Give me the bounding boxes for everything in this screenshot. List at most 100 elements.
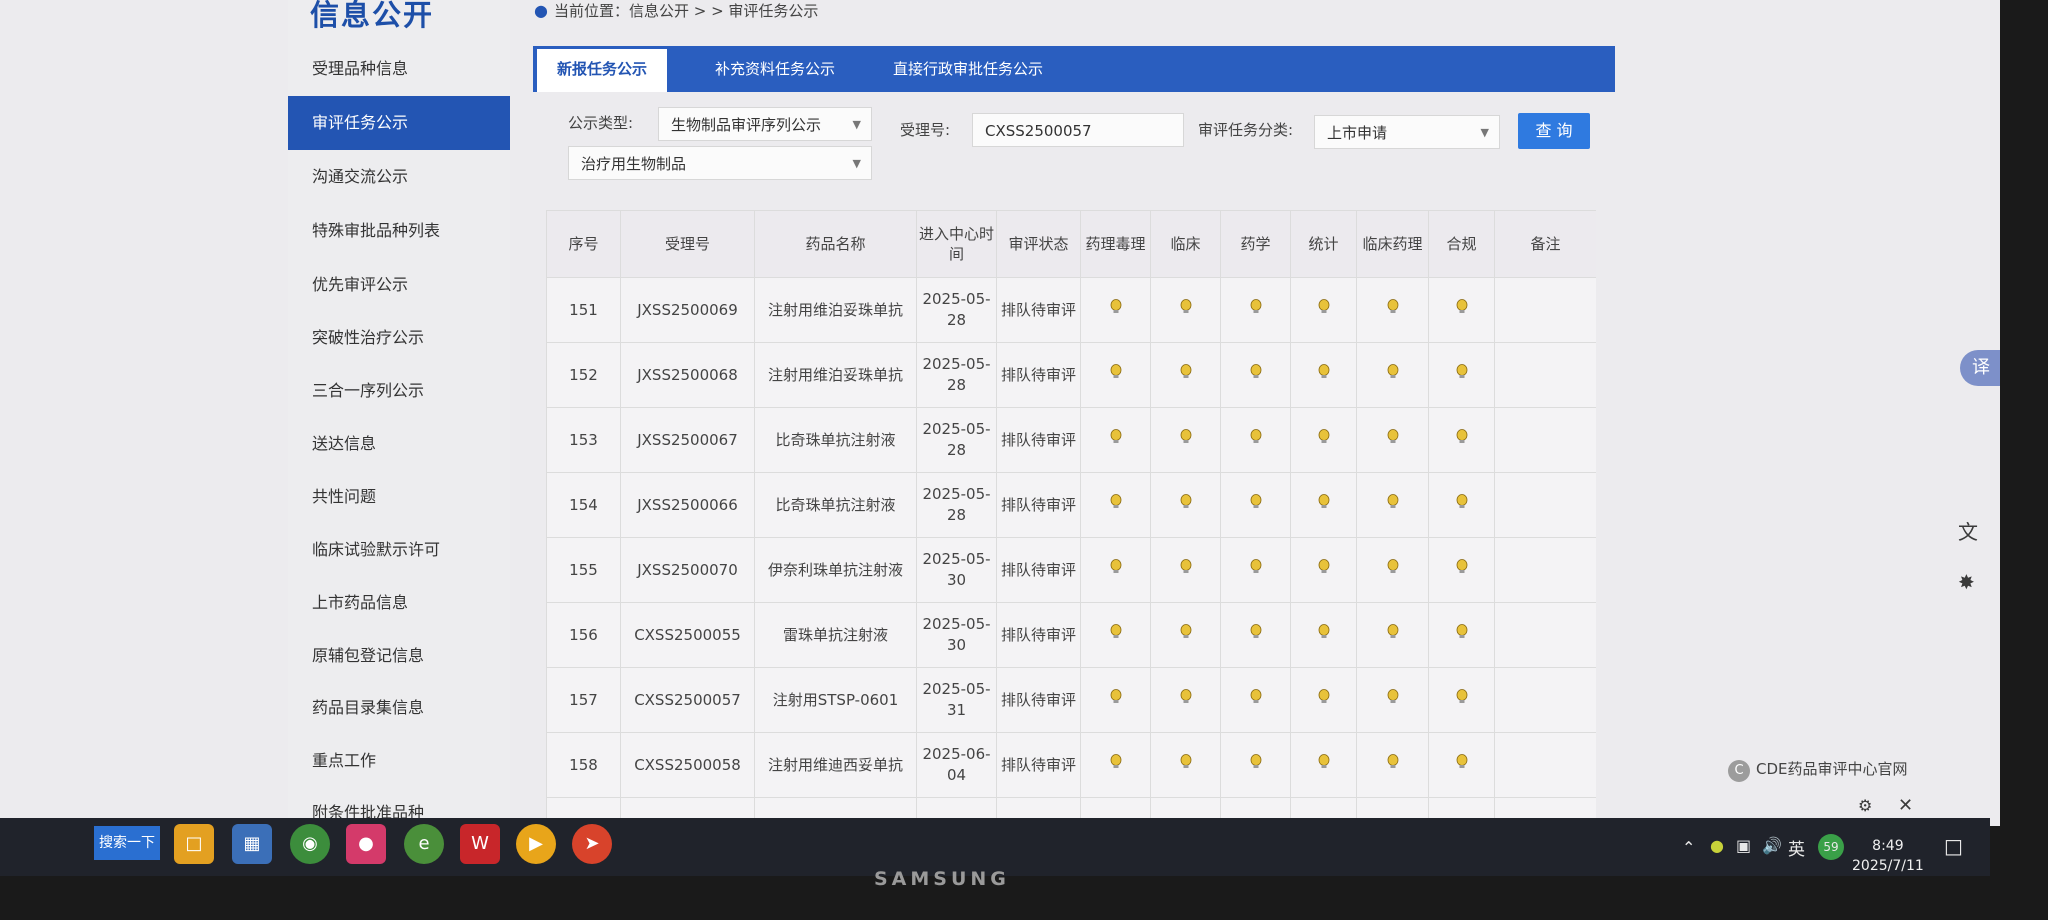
lightbulb-icon[interactable] xyxy=(1250,754,1262,774)
tray-expand-icon[interactable]: ⌃ xyxy=(1682,838,1695,857)
settings-icon[interactable]: ⚙ xyxy=(1858,796,1872,815)
lightbulb-icon[interactable] xyxy=(1250,559,1262,579)
sidebar-item-priority-review[interactable]: 优先审评公示 xyxy=(288,258,510,312)
lightbulb-icon[interactable] xyxy=(1318,429,1330,449)
lightbulb-icon[interactable] xyxy=(1180,754,1192,774)
lightbulb-icon[interactable] xyxy=(1180,494,1192,514)
lightbulb-icon[interactable] xyxy=(1456,689,1468,709)
table-row[interactable]: 155 JXSS2500070 伊奈利珠单抗注射液 2025-05-30 排队待审评 xyxy=(546,537,1596,603)
table-row[interactable]: 156 CXSS2500055 雷珠单抗注射液 2025-05-30 排队待审评 xyxy=(546,602,1596,668)
lightbulb-icon[interactable] xyxy=(1110,689,1122,709)
lightbulb-icon[interactable] xyxy=(1456,624,1468,644)
table-row[interactable]: 157 CXSS2500057 注射用STSP-0601 2025-05-31 排队待审… xyxy=(546,667,1596,733)
chrome-icon[interactable]: ◉ xyxy=(290,824,330,864)
tab-admin-approval-tasks[interactable]: 直接行政审批任务公示 xyxy=(873,46,1063,92)
lightbulb-icon[interactable] xyxy=(1250,429,1262,449)
lightbulb-icon[interactable] xyxy=(1180,559,1192,579)
lightbulb-icon[interactable] xyxy=(1387,754,1399,774)
wps-office-icon[interactable]: W xyxy=(460,824,500,864)
sidebar-item-delivery[interactable]: 送达信息 xyxy=(288,417,510,471)
type-select[interactable]: 生物制品审评序列公示 ▼ xyxy=(658,107,872,141)
sidebar-item-drug-catalog[interactable]: 药品目录集信息 xyxy=(288,681,510,735)
lightbulb-icon[interactable] xyxy=(1180,364,1192,384)
clock[interactable]: 8:49 2025/7/11 xyxy=(1852,836,1924,876)
action-center-icon[interactable]: □ xyxy=(1944,834,1963,858)
cde-official-link[interactable]: C CDE药品审评中心官网 xyxy=(1728,758,1908,782)
lightbulb-icon[interactable] xyxy=(1387,559,1399,579)
query-button[interactable]: 查 询 xyxy=(1518,113,1590,149)
network-icon[interactable]: ✸ xyxy=(1958,570,1975,594)
sidebar-item-marketed-drugs[interactable]: 上市药品信息 xyxy=(288,576,510,630)
sidebar-item-key-work[interactable]: 重点工作 xyxy=(288,734,510,788)
sidebar-item-common-issues[interactable]: 共性问题 xyxy=(288,470,510,524)
lightbulb-icon[interactable] xyxy=(1250,299,1262,319)
lightbulb-icon[interactable] xyxy=(1110,299,1122,319)
tray-app-icon[interactable]: ● xyxy=(1710,836,1724,855)
lightbulb-icon[interactable] xyxy=(1387,624,1399,644)
lightbulb-icon[interactable] xyxy=(1250,494,1262,514)
table-row[interactable]: 151 JXSS2500069 注射用维泊妥珠单抗 2025-05-28 排队待审评 xyxy=(546,277,1596,343)
mail-app-icon[interactable]: ➤ xyxy=(572,824,612,864)
lightbulb-icon[interactable] xyxy=(1456,494,1468,514)
shopping-app-icon[interactable]: ● xyxy=(346,824,386,864)
close-icon[interactable]: ✕ xyxy=(1898,795,1913,816)
sidebar-item-communication[interactable]: 沟通交流公示 xyxy=(288,150,510,204)
lightbulb-icon[interactable] xyxy=(1110,559,1122,579)
subtype-select[interactable]: 治疗用生物制品 ▼ xyxy=(568,146,872,180)
sidebar-item-clinical-trial[interactable]: 临床试验默示许可 xyxy=(288,523,510,577)
lightbulb-icon[interactable] xyxy=(1110,494,1122,514)
sidebar-item-special-approval[interactable]: 特殊审批品种列表 xyxy=(288,204,510,258)
network-tray-icon[interactable]: ▣ xyxy=(1736,836,1751,855)
notification-badge[interactable]: 59 xyxy=(1818,834,1844,860)
lightbulb-icon[interactable] xyxy=(1110,364,1122,384)
lightbulb-icon[interactable] xyxy=(1180,299,1192,319)
lightbulb-icon[interactable] xyxy=(1110,754,1122,774)
lightbulb-icon[interactable] xyxy=(1387,299,1399,319)
sidebar-item-api-registration[interactable]: 原辅包登记信息 xyxy=(288,629,510,683)
lightbulb-icon[interactable] xyxy=(1387,494,1399,514)
lightbulb-icon[interactable] xyxy=(1250,364,1262,384)
lightbulb-icon[interactable] xyxy=(1456,299,1468,319)
category-select[interactable]: 上市申请 ▼ xyxy=(1314,115,1500,149)
lightbulb-icon[interactable] xyxy=(1318,689,1330,709)
table-row[interactable]: 153 JXSS2500067 比奇珠单抗注射液 2025-05-28 排队待审评 xyxy=(546,407,1596,473)
lightbulb-icon[interactable] xyxy=(1456,559,1468,579)
lightbulb-icon[interactable] xyxy=(1456,364,1468,384)
lightbulb-icon[interactable] xyxy=(1180,689,1192,709)
file-explorer-icon[interactable]: □ xyxy=(174,824,214,864)
lightbulb-icon[interactable] xyxy=(1318,624,1330,644)
lightbulb-icon[interactable] xyxy=(1318,299,1330,319)
tab-new-tasks[interactable]: 新报任务公示 xyxy=(537,49,668,92)
lightbulb-icon[interactable] xyxy=(1318,364,1330,384)
ai-translate-icon[interactable]: 文 xyxy=(1958,516,1978,545)
sidebar-item-breakthrough[interactable]: 突破性治疗公示 xyxy=(288,311,510,365)
table-row[interactable]: 158 CXSS2500058 注射用维迪西妥单抗 2025-06-04 排队待审评 xyxy=(546,732,1596,798)
lightbulb-icon[interactable] xyxy=(1250,689,1262,709)
tab-supplement-tasks[interactable]: 补充资料任务公示 xyxy=(695,46,855,92)
calendar-app-icon[interactable]: ▦ xyxy=(232,824,272,864)
search-button[interactable]: 搜索一下 xyxy=(94,826,160,860)
lightbulb-icon[interactable] xyxy=(1456,429,1468,449)
accept-number-input[interactable]: CXSS2500057 xyxy=(972,113,1184,147)
sidebar-item-accepted-varieties[interactable]: 受理品种信息 xyxy=(288,42,510,96)
video-player-icon[interactable]: ▶ xyxy=(516,824,556,864)
browser-e-icon[interactable]: e xyxy=(404,824,444,864)
lightbulb-icon[interactable] xyxy=(1180,624,1192,644)
lightbulb-icon[interactable] xyxy=(1387,689,1399,709)
lightbulb-icon[interactable] xyxy=(1456,754,1468,774)
lightbulb-icon[interactable] xyxy=(1180,429,1192,449)
ime-indicator[interactable]: 英 xyxy=(1788,835,1805,860)
lightbulb-icon[interactable] xyxy=(1110,624,1122,644)
volume-icon[interactable]: 🔊 xyxy=(1762,836,1782,855)
sidebar-item-three-in-one[interactable]: 三合一序列公示 xyxy=(288,364,510,418)
lightbulb-icon[interactable] xyxy=(1110,429,1122,449)
table-row[interactable]: 154 JXSS2500066 比奇珠单抗注射液 2025-05-28 排队待审评 xyxy=(546,472,1596,538)
lightbulb-icon[interactable] xyxy=(1318,494,1330,514)
lightbulb-icon[interactable] xyxy=(1250,624,1262,644)
lightbulb-icon[interactable] xyxy=(1318,754,1330,774)
sidebar-item-review-tasks[interactable]: 审评任务公示 xyxy=(288,96,510,150)
table-row[interactable]: 152 JXSS2500068 注射用维泊妥珠单抗 2025-05-28 排队待审评 xyxy=(546,342,1596,408)
lightbulb-icon[interactable] xyxy=(1387,364,1399,384)
lightbulb-icon[interactable] xyxy=(1387,429,1399,449)
translate-button[interactable]: 译 xyxy=(1960,350,2000,386)
